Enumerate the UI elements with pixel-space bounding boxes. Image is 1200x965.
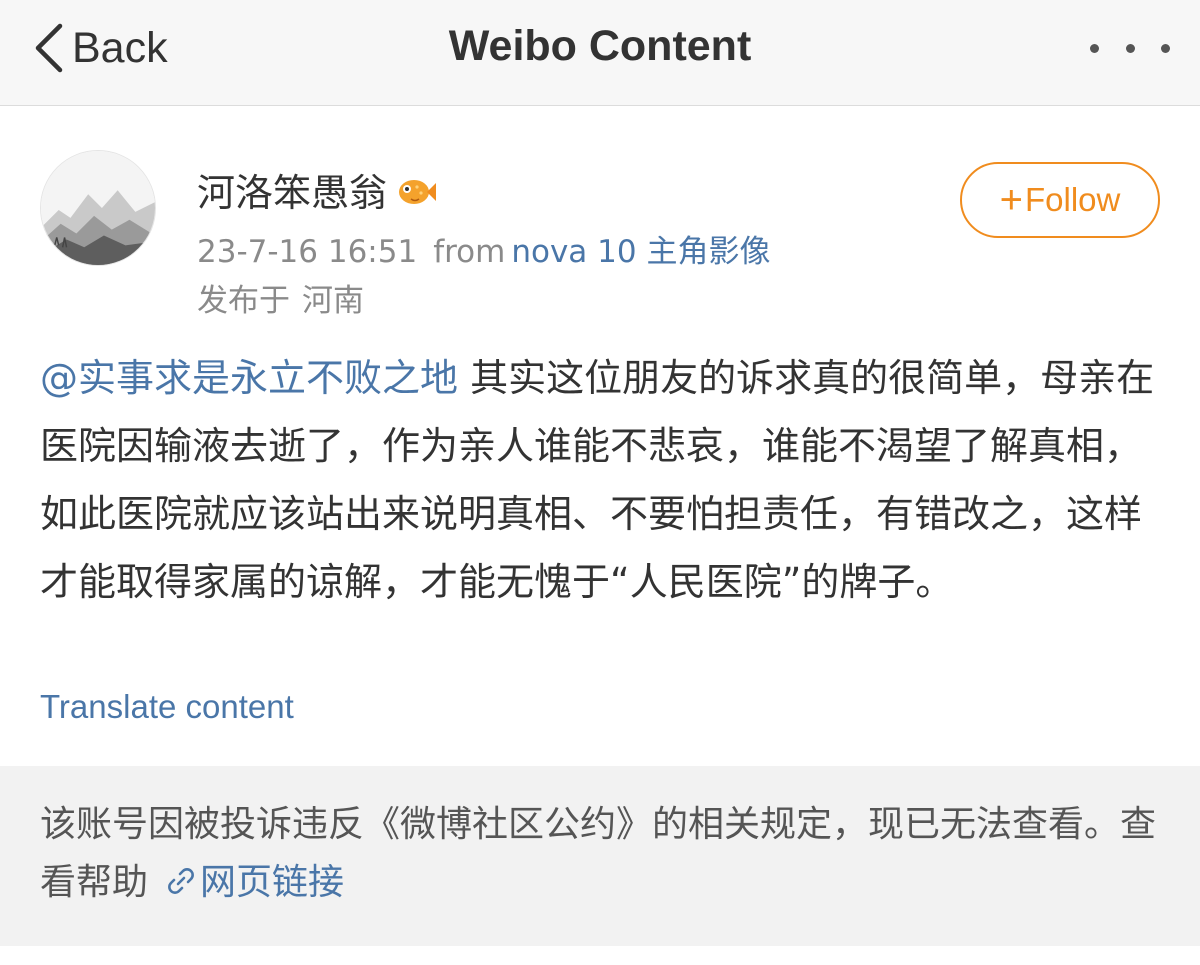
- translate-button[interactable]: Translate content: [40, 688, 294, 726]
- avatar-landscape-image: [41, 151, 155, 265]
- notice-box: 该账号因被投诉违反《微博社区公约》的相关规定，现已无法查看。查看帮助 网页链接: [0, 766, 1200, 946]
- username[interactable]: 河洛笨愚翁: [197, 162, 387, 217]
- location-prefix: 发布于: [197, 283, 290, 319]
- location: 河南: [302, 283, 364, 319]
- web-link[interactable]: 网页链接: [164, 862, 344, 903]
- navigation-bar: Back Weibo Content: [0, 0, 1200, 106]
- avatar[interactable]: [40, 150, 156, 266]
- source-link[interactable]: nova 10 主角影像: [511, 234, 770, 270]
- from-label: from: [433, 234, 506, 270]
- mention-link[interactable]: @实事求是永立不败之地: [40, 356, 458, 400]
- fish-badge-icon[interactable]: [395, 171, 437, 209]
- more-dots-icon: [1161, 43, 1170, 53]
- more-dots-icon: [1090, 43, 1099, 53]
- more-dots-icon: [1125, 43, 1135, 53]
- back-chevron-icon: [35, 23, 63, 73]
- follow-button[interactable]: + Follow: [960, 162, 1160, 238]
- link-icon: [168, 868, 194, 894]
- post-location: 发布于 河南: [197, 275, 364, 320]
- back-label: Back: [72, 23, 168, 72]
- timestamp: 23-7-16 16:51: [197, 234, 418, 270]
- follow-label: Follow: [1025, 181, 1121, 218]
- notice-text-block: 该账号因被投诉违反《微博社区公约》的相关规定，现已无法查看。查看帮助 网页链接: [40, 796, 1160, 912]
- author-row: 河洛笨愚翁: [197, 162, 437, 217]
- post-text: @实事求是永立不败之地 其实这位朋友的诉求真的很简单，母亲在医院因输液去逝了，作…: [40, 344, 1165, 616]
- page-title: Weibo Content: [448, 22, 752, 70]
- web-link-label: 网页链接: [200, 862, 345, 903]
- plus-icon: +: [999, 178, 1023, 222]
- post-meta: 23-7-16 16:51 from nova 10 主角影像: [197, 226, 770, 271]
- more-options-button[interactable]: [1090, 35, 1170, 61]
- notice-message: 该账号因被投诉违反《微博社区公约》的相关规定，现已无法查看。: [40, 804, 1121, 845]
- back-button[interactable]: Back: [30, 20, 168, 76]
